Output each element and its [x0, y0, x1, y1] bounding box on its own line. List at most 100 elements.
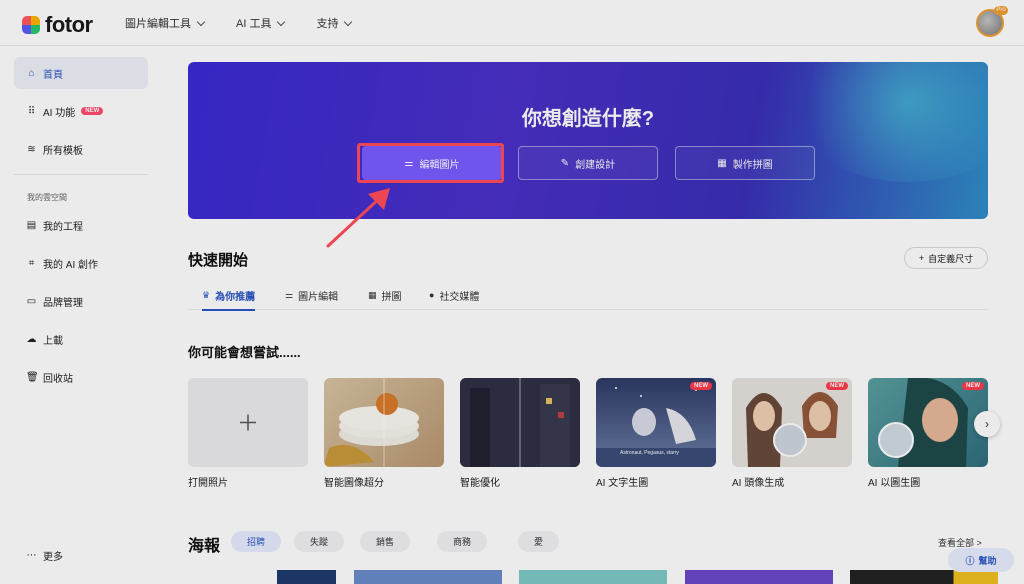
sidebar-divider — [14, 174, 148, 175]
open-photo-card[interactable] — [188, 378, 308, 467]
portrait-image — [746, 392, 838, 467]
chevron-down-icon — [196, 17, 206, 26]
sidebar-item-home[interactable]: ⌂ 首頁 — [14, 57, 148, 89]
tab-photo-editing[interactable]: ⚌ 圖片編輯 — [285, 280, 338, 310]
tab-label: 圖片編輯 — [298, 291, 339, 303]
question-icon: ⓘ — [965, 555, 975, 566]
sliders-icon: ⚌ — [285, 289, 294, 300]
sidebar-item-my-projects[interactable]: ▤ 我的工程 — [14, 209, 148, 241]
button-label: 自定義尺寸 — [928, 253, 974, 264]
plus-icon — [240, 414, 256, 431]
fotor-logo[interactable]: fotor — [22, 12, 93, 38]
magic-wand-icon: ✎ — [560, 157, 570, 169]
suggestions-title: 你可能會想嘗試...... — [188, 345, 301, 360]
plus-icon: + — [918, 253, 925, 263]
sidebar-item-upload[interactable]: ☁ 上載 — [14, 323, 148, 355]
sidebar-item-label: 我的 AI 創作 — [43, 259, 99, 271]
sidebar-item-more[interactable]: ⋯ 更多 — [14, 539, 148, 571]
chevron-down-icon — [277, 17, 286, 26]
make-collage-button[interactable]: ▦ 製作拼圖 — [675, 146, 815, 180]
upload-cloud-icon: ☁ — [26, 333, 37, 345]
poster-thumbnail[interactable] — [354, 570, 502, 584]
card-label: 打開照片 — [188, 478, 228, 489]
hero-banner: 你想創造什麼? ⚌ 編輯圖片 ✎ 創建設計 ▦ 製作拼圖 — [188, 62, 988, 219]
chip-sales[interactable]: 銷售 — [360, 531, 411, 552]
sidebar-item-label: 上載 — [43, 335, 63, 347]
carousel-next-button[interactable]: › — [974, 411, 1000, 437]
upscale-card[interactable] — [324, 378, 444, 467]
nav-photo-editor-tools[interactable]: 圖片編輯工具 — [125, 15, 206, 31]
card-caption: Astronaut, Pegasus, starry — [620, 450, 679, 456]
sidebar-item-trash[interactable]: 🗑 回收站 — [14, 361, 148, 393]
sidebar-item-label: 我的工程 — [43, 221, 83, 233]
sidebar-item-label: 所有模板 — [43, 145, 83, 157]
new-badge: NEW — [81, 107, 104, 115]
sidebar-section-title: 我的雲空間 — [27, 193, 67, 202]
nav-ai-tools[interactable]: AI 工具 — [236, 15, 286, 31]
grid-icon: ⠿ — [27, 105, 36, 117]
sidebar-item-label: 品牌管理 — [43, 297, 83, 309]
posters-title: 海報 — [188, 538, 221, 555]
hero-title: 你想創造什麼? — [521, 108, 655, 130]
more-dots-icon: ⋯ — [26, 549, 37, 561]
tab-recommended[interactable]: ♛ 為你推薦 — [202, 280, 256, 311]
top-bar: fotor 圖片編輯工具 AI 工具 支持 Pro — [0, 0, 1024, 46]
sidebar-item-label: 首頁 — [43, 69, 63, 81]
plates-image — [324, 378, 419, 467]
annotation-arrow-icon — [326, 188, 390, 248]
sidebar-item-ai-features[interactable]: ⠿ AI 功能 NEW — [14, 95, 148, 127]
trash-icon: 🗑 — [26, 371, 39, 383]
card-label: AI 文字生圖 — [596, 478, 649, 489]
tab-social-media[interactable]: ● 社交媒體 — [429, 280, 479, 310]
ai-avatar-card[interactable]: NEW — [732, 378, 852, 467]
chip-business[interactable]: 商務 — [437, 531, 488, 552]
chip-love[interactable]: 愛 — [518, 531, 560, 552]
logo-mark-icon — [22, 16, 40, 34]
button-label: 製作拼圖 — [732, 159, 773, 171]
tab-label: 為你推薦 — [215, 291, 256, 303]
card-label: AI 頭像生成 — [732, 478, 785, 489]
recommend-icon: ♛ — [202, 289, 211, 300]
poster-thumbnail[interactable] — [685, 570, 833, 584]
home-icon: ⌂ — [28, 67, 35, 79]
smart-enhance-card[interactable] — [460, 378, 580, 467]
poster-thumbnail[interactable] — [850, 570, 998, 584]
nav-label: 圖片編輯工具 — [125, 18, 191, 30]
chevron-right-icon: › — [985, 417, 989, 431]
card-label: 智能優化 — [460, 478, 500, 489]
sidebar-item-templates[interactable]: ≋ 所有模板 — [14, 133, 148, 165]
chip-recruitment[interactable]: 招聘 — [231, 531, 282, 552]
card-label: 智能圖像超分 — [324, 478, 384, 489]
highlight-box — [357, 143, 504, 183]
layers-icon: ≋ — [27, 143, 36, 155]
sidebar-item-label: AI 功能 — [43, 107, 76, 119]
sidebar-item-brand[interactable]: ▭ 品牌管理 — [14, 285, 148, 317]
help-button[interactable]: ⓘ 幫助 — [948, 548, 1014, 572]
poster-thumbnail[interactable] — [519, 570, 667, 584]
main-nav: 圖片編輯工具 AI 工具 支持 — [125, 15, 353, 31]
brand-icon: ▭ — [26, 295, 37, 307]
sidebar: ⌂ 首頁 ⠿ AI 功能 NEW ≋ 所有模板 我的雲空間 ▤ 我的工程 ⌗ 我的 AI 創… — [0, 46, 162, 584]
tab-label: 社交媒體 — [439, 291, 480, 303]
nav-label: AI 工具 — [236, 18, 272, 30]
quick-start-tabs: ♛ 為你推薦 ⚌ 圖片編輯 ▦ 拼圖 ● 社交媒體 — [188, 280, 988, 311]
chip-missing[interactable]: 失蹤 — [294, 531, 345, 552]
ai-image-to-image-card[interactable]: NEW — [868, 378, 988, 467]
sidebar-item-my-ai-creations[interactable]: ⌗ 我的 AI 創作 — [14, 247, 148, 279]
nav-label: 支持 — [316, 18, 339, 30]
street-image — [460, 378, 580, 467]
chevron-down-icon — [344, 17, 353, 26]
button-label: 創建設計 — [575, 159, 616, 171]
new-badge: NEW — [690, 382, 712, 390]
ai-text-to-image-card[interactable]: NEW Astronaut, Pegasus, starry — [596, 378, 716, 467]
poster-thumbnail[interactable] — [188, 570, 336, 584]
help-label: 幫助 — [978, 555, 997, 566]
tab-label: 拼圖 — [381, 291, 402, 303]
nav-support[interactable]: 支持 — [316, 15, 353, 31]
sidebar-item-label: 回收站 — [43, 373, 73, 385]
frame-icon: ⌗ — [28, 257, 35, 269]
create-design-button[interactable]: ✎ 創建設計 — [518, 146, 658, 180]
custom-size-button[interactable]: + 自定義尺寸 — [904, 247, 988, 269]
chat-icon: ● — [429, 290, 435, 300]
tab-collage[interactable]: ▦ 拼圖 — [368, 280, 402, 310]
